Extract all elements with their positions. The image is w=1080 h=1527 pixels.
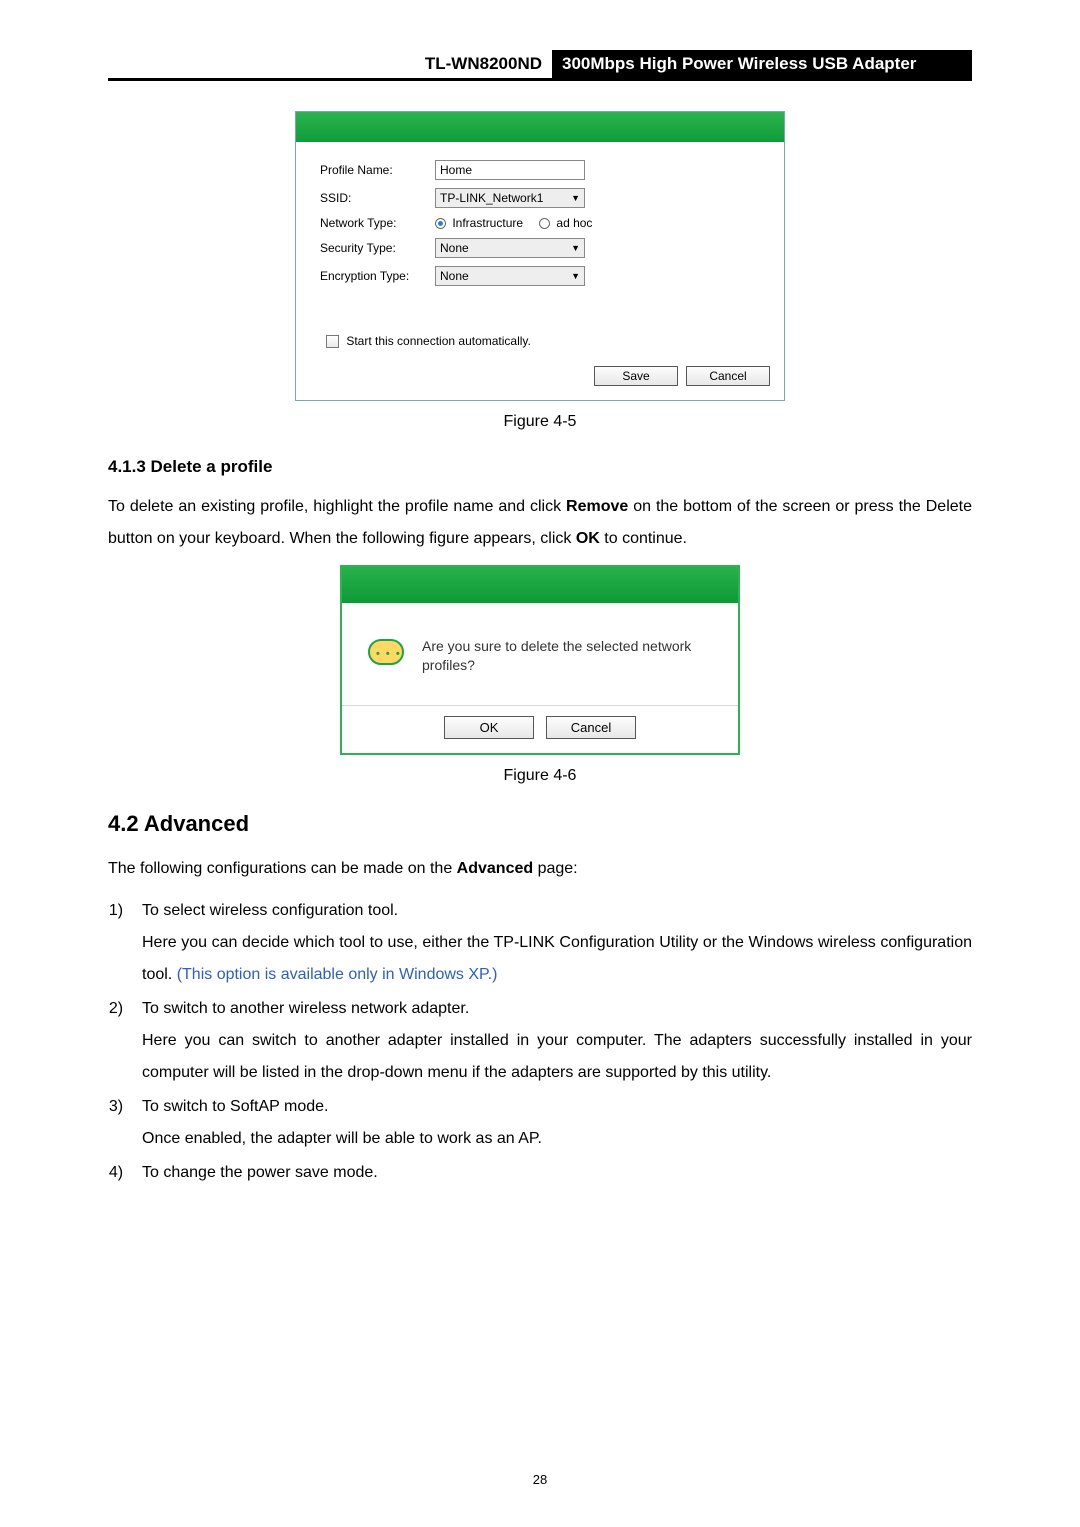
- start-auto-row[interactable]: Start this connection automatically.: [320, 334, 760, 348]
- model-number: TL-WN8200ND: [108, 50, 552, 78]
- confirm-message: Are you sure to delete the selected netw…: [422, 637, 712, 675]
- cancel-button[interactable]: Cancel: [546, 716, 636, 739]
- cancel-button[interactable]: Cancel: [686, 366, 770, 386]
- chevron-down-icon: ▼: [571, 243, 580, 253]
- figure-4-6-caption: Figure 4-6: [108, 767, 972, 785]
- start-auto-label: Start this connection automatically.: [346, 334, 531, 348]
- encryption-type-value: None: [440, 269, 469, 283]
- figure-4-5-caption: Figure 4-5: [108, 413, 972, 431]
- network-type-label: Network Type:: [320, 216, 435, 230]
- security-type-label: Security Type:: [320, 241, 435, 255]
- figure-4-6: • • • Are you sure to delete the selecte…: [108, 565, 972, 785]
- list-item: To switch to another wireless network ad…: [132, 993, 972, 1089]
- dialog-titlebar: [296, 112, 784, 142]
- profile-name-label: Profile Name:: [320, 163, 435, 177]
- ssid-label: SSID:: [320, 191, 435, 205]
- security-type-select[interactable]: None ▼: [435, 238, 585, 258]
- ok-button[interactable]: OK: [444, 716, 534, 739]
- chevron-down-icon: ▼: [571, 193, 580, 203]
- list-item: To change the power save mode.: [132, 1157, 972, 1189]
- section-4-2-heading: 4.2 Advanced: [108, 811, 972, 837]
- dialog-titlebar: [342, 567, 738, 603]
- security-type-value: None: [440, 241, 469, 255]
- list-item: To select wireless configuration tool. H…: [132, 895, 972, 991]
- speech-bubble-icon: • • •: [368, 639, 404, 665]
- infrastructure-radio-label: Infrastructure: [452, 216, 523, 230]
- advanced-options-list: To select wireless configuration tool. H…: [108, 895, 972, 1189]
- radio-icon: [435, 218, 446, 229]
- ssid-value: TP-LINK_Network1: [440, 191, 543, 205]
- chevron-down-icon: ▼: [571, 271, 580, 281]
- adhoc-radio[interactable]: ad hoc: [539, 216, 592, 230]
- section-4-1-3-heading: 4.1.3 Delete a profile: [108, 457, 972, 477]
- encryption-type-select[interactable]: None ▼: [435, 266, 585, 286]
- encryption-type-label: Encryption Type:: [320, 269, 435, 283]
- section-4-2-intro: The following configurations can be made…: [108, 853, 972, 885]
- save-button[interactable]: Save: [594, 366, 678, 386]
- profile-name-input[interactable]: [435, 160, 585, 180]
- infrastructure-radio[interactable]: Infrastructure: [435, 216, 523, 230]
- document-header: TL-WN8200ND 300Mbps High Power Wireless …: [108, 50, 972, 81]
- list-item: To switch to SoftAP mode. Once enabled, …: [132, 1091, 972, 1155]
- adhoc-radio-label: ad hoc: [556, 216, 592, 230]
- confirm-dialog: • • • Are you sure to delete the selecte…: [340, 565, 740, 755]
- radio-icon: [539, 218, 550, 229]
- profile-dialog: Profile Name: SSID: TP-LINK_Network1 ▼ N…: [295, 111, 785, 401]
- xp-only-note: (This option is available only in Window…: [177, 966, 498, 983]
- ssid-select[interactable]: TP-LINK_Network1 ▼: [435, 188, 585, 208]
- checkbox-icon: [326, 335, 339, 348]
- figure-4-5: Profile Name: SSID: TP-LINK_Network1 ▼ N…: [108, 111, 972, 431]
- product-name: 300Mbps High Power Wireless USB Adapter: [552, 50, 972, 78]
- section-4-1-3-paragraph: To delete an existing profile, highlight…: [108, 491, 972, 555]
- page-number: 28: [0, 1472, 1080, 1487]
